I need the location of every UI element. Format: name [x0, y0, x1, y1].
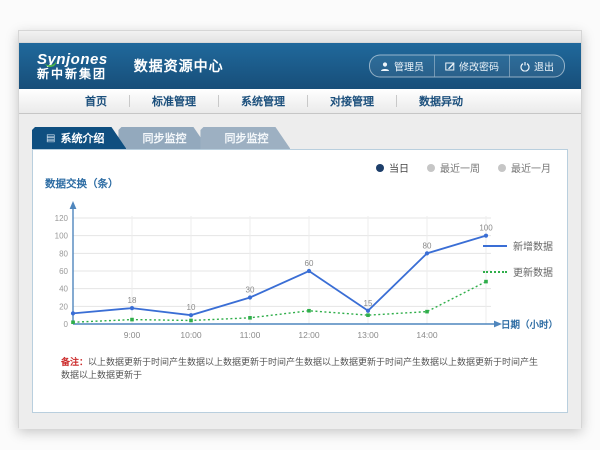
legend-label: 更新数据 [513, 264, 553, 279]
logout-label: 退出 [534, 59, 554, 74]
data-marker [71, 320, 75, 324]
brand-logo: Synjones 新中新集团 [37, 52, 108, 80]
y-tick-label: 120 [55, 214, 69, 223]
nav-item-home[interactable]: 首页 [63, 93, 129, 109]
x-tick-label: 10:00 [180, 330, 202, 340]
radio-today[interactable]: 当日 [376, 160, 409, 175]
radio-last-month[interactable]: 最近一月 [498, 160, 551, 175]
y-tick-label: 40 [59, 285, 68, 294]
legend-label: 新增数据 [513, 238, 553, 253]
nav-item-standard-mgmt[interactable]: 标准管理 [130, 93, 218, 109]
radio-dot-icon [427, 164, 435, 172]
power-icon [520, 61, 530, 71]
x-axis-title: 日期（小时） [501, 319, 558, 331]
data-label: 15 [364, 299, 373, 308]
y-axis-arrow-icon [70, 201, 77, 209]
data-marker [189, 313, 193, 317]
pencil-icon [445, 61, 455, 71]
legend-item-updated-data: 更新数据 [483, 264, 559, 279]
y-tick-label: 60 [59, 267, 68, 276]
data-marker [366, 309, 370, 313]
nav-item-data-change[interactable]: 数据异动 [397, 93, 485, 109]
tab-bar: ▤ 系统介绍 同步监控 同步监控 [32, 127, 290, 149]
legend-sample [483, 245, 507, 247]
footnote: 备注：以上数据更新于时间产生数据以上数据更新于时间产生数据以上数据更新于时间产生… [61, 356, 547, 381]
x-tick-label: 12:00 [298, 330, 320, 340]
tab-label: 同步监控 [142, 130, 186, 146]
tab-label: 同步监控 [224, 130, 268, 146]
data-marker [248, 316, 252, 320]
nav-item-system-mgmt[interactable]: 系统管理 [219, 93, 307, 109]
app-window: Synjones 新中新集团 数据资源中心 管理员 修改密码 [18, 30, 582, 428]
window-top-strip [19, 31, 581, 43]
data-marker [248, 295, 252, 299]
x-tick-label: 11:00 [240, 330, 261, 340]
header-bar: Synjones 新中新集团 数据资源中心 管理员 修改密码 [19, 43, 581, 89]
footnote-prefix: 备注： [61, 357, 88, 367]
legend-item-new-data: 新增数据 [483, 238, 559, 253]
y-tick-label: 20 [59, 302, 68, 311]
y-tick-label: 100 [55, 232, 69, 241]
radio-dot-icon [498, 164, 506, 172]
logo-subtext: 新中新集团 [37, 68, 108, 81]
content-area: ▤ 系统介绍 同步监控 同步监控 当日 最近一周 [19, 114, 581, 429]
logout-button[interactable]: 退出 [509, 56, 564, 77]
data-label: 100 [479, 224, 493, 233]
data-label: 30 [246, 286, 255, 295]
y-axis-title: 数据交换（条） [45, 176, 119, 191]
header-actions: 管理员 修改密码 退出 [369, 55, 565, 78]
data-label: 10 [187, 303, 196, 312]
data-label: 80 [423, 241, 432, 250]
radio-label: 最近一月 [511, 160, 551, 175]
data-marker [130, 306, 134, 310]
radio-last-week[interactable]: 最近一周 [427, 160, 480, 175]
main-nav: 首页 标准管理 系统管理 对接管理 数据异动 [19, 89, 581, 114]
data-marker [425, 251, 429, 255]
footnote-text: 以上数据更新于时间产生数据以上数据更新于时间产生数据以上数据更新于时间产生数据以… [61, 357, 538, 380]
page-title: 数据资源中心 [134, 56, 224, 76]
data-marker [130, 318, 134, 322]
tab-system-intro[interactable]: ▤ 系统介绍 [32, 127, 126, 149]
current-user-button[interactable]: 管理员 [370, 56, 434, 77]
chart-panel: 当日 最近一周 最近一月 数据交换（条） 日期（小时） 0 20 40 60 80 100… [32, 149, 568, 413]
data-label: 60 [305, 259, 314, 268]
data-marker [71, 311, 75, 315]
x-tick-label: 9:00 [124, 330, 141, 340]
document-icon: ▤ [46, 133, 55, 144]
data-marker [307, 309, 311, 313]
change-password-button[interactable]: 修改密码 [434, 56, 509, 77]
data-marker [189, 319, 193, 323]
chart-legend: 新增数据 更新数据 [483, 238, 559, 290]
user-icon [380, 61, 390, 71]
legend-sample [483, 271, 507, 273]
x-tick-label: 13:00 [357, 330, 379, 340]
tab-sync-monitor-2[interactable]: 同步监控 [200, 127, 290, 149]
nav-item-interface-mgmt[interactable]: 对接管理 [308, 93, 396, 109]
data-marker [307, 269, 311, 273]
tab-label: 系统介绍 [60, 130, 104, 146]
change-password-label: 修改密码 [459, 59, 499, 74]
x-tick-label: 14:00 [416, 330, 438, 340]
y-tick-label: 80 [59, 249, 68, 258]
data-label: 18 [128, 296, 137, 305]
radio-label: 当日 [389, 160, 409, 175]
data-marker [366, 313, 370, 317]
y-tick-label: 0 [64, 320, 69, 329]
time-range-filter: 当日 最近一周 最近一月 [376, 160, 551, 175]
data-marker [425, 310, 429, 314]
tab-sync-monitor-1[interactable]: 同步监控 [118, 127, 208, 149]
current-user-label: 管理员 [394, 59, 424, 74]
radio-dot-icon [376, 164, 384, 172]
radio-label: 最近一周 [440, 160, 480, 175]
